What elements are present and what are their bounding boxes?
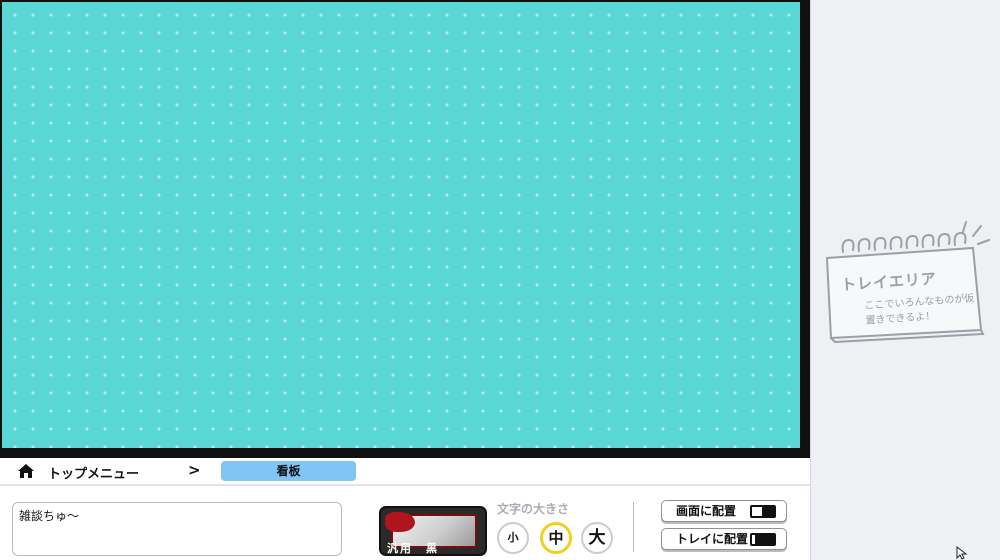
- divider: [633, 502, 634, 552]
- place-on-tray-label: トレイに配置: [676, 532, 749, 546]
- sign-text-input[interactable]: 雑談ちゅ〜: [12, 502, 342, 556]
- screen-place-icon: [750, 505, 776, 518]
- tray-place-icon: [750, 533, 776, 546]
- stage-frame: [0, 0, 810, 458]
- font-size-label: 文字の大きさ: [497, 502, 570, 516]
- preview-canvas[interactable]: [2, 2, 800, 448]
- font-size-small-button[interactable]: 小: [497, 522, 529, 554]
- place-on-tray-button[interactable]: トレイに配置: [661, 528, 787, 550]
- place-on-screen-label: 画面に配置: [676, 504, 737, 518]
- style-label: 汎用 黒: [387, 542, 439, 555]
- breadcrumb-top-menu[interactable]: トップメニュー: [48, 463, 139, 482]
- font-size-medium-button[interactable]: 中: [540, 522, 572, 554]
- home-icon[interactable]: [17, 463, 35, 479]
- tab-signboard[interactable]: 看板: [221, 461, 356, 481]
- breadcrumb: トップメニュー > 看板: [0, 458, 810, 484]
- font-size-large-button[interactable]: 大: [581, 522, 613, 554]
- tray-area[interactable]: トレイエリア ここでいろんなものが仮置きできるよ！: [810, 0, 1000, 560]
- cursor-icon: [956, 546, 968, 560]
- editor-panel: 雑談ちゅ〜 汎用 黒 文字の大きさ 小 中 大 画面に配置 トレイに配置: [0, 484, 810, 560]
- place-on-screen-button[interactable]: 画面に配置: [661, 500, 787, 522]
- style-selector-button[interactable]: 汎用 黒: [379, 506, 487, 556]
- chevron-right-icon: >: [188, 461, 201, 479]
- style-preview-splash: [385, 512, 415, 532]
- tray-placeholder-note: トレイエリア ここでいろんなものが仮置きできるよ！: [823, 218, 993, 346]
